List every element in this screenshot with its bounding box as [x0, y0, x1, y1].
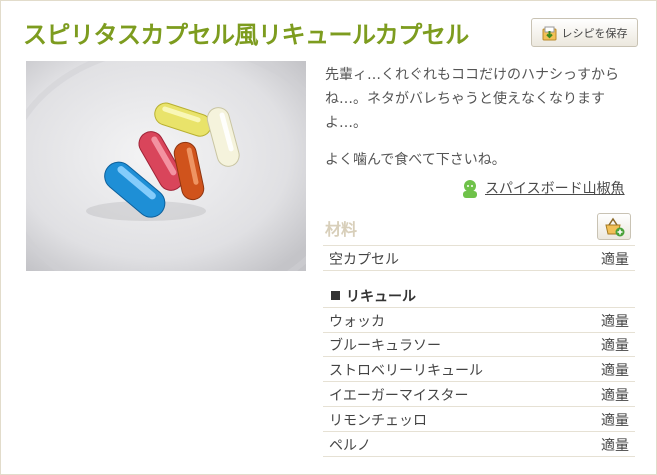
ingredient-qty: 適量	[601, 388, 629, 404]
ingredient-qty: 適量	[601, 252, 629, 268]
ingredient-qty: 適量	[601, 314, 629, 330]
ingredient-row: ペルノ 適量	[323, 432, 635, 457]
recipe-description-note: よく噛んで食べて下さいね。	[325, 152, 506, 168]
ingredient-qty: 適量	[601, 363, 629, 379]
ingredient-section-label: リキュール	[346, 289, 416, 305]
recipe-save-icon	[542, 26, 556, 40]
ingredient-row: イエーガーマイスター 適量	[323, 382, 635, 407]
ingredient-name: ペルノ	[329, 438, 371, 454]
ingredient-name: ストロベリーリキュール	[329, 363, 483, 379]
ingredient-qty: 適量	[601, 413, 629, 429]
recipe-description: 先輩ィ…くれぐれもココだけのハナシっすからね…。ネタがバレちゃうと使えなくなりま…	[325, 67, 619, 131]
author-link[interactable]: スパイスボード山椒魚	[459, 177, 625, 199]
ingredients-heading: 材料	[325, 220, 358, 239]
ingredient-qty: 適量	[601, 438, 629, 454]
ingredient-name: 空カプセル	[329, 252, 399, 268]
recipe-page: スピリタスカプセル風リキュールカプセル レシピを保存 先輩ィ…くれぐれもココだけ…	[0, 0, 657, 475]
user-avatar-icon	[459, 177, 481, 199]
add-to-shopping-list-button[interactable]	[597, 213, 631, 240]
ingredient-name: ウォッカ	[329, 314, 385, 330]
ingredient-qty: 適量	[601, 338, 629, 354]
recipe-photo	[26, 61, 306, 271]
save-recipe-label: レシピを保存	[561, 26, 628, 40]
ingredient-row: ブルーキュラソー 適量	[323, 332, 635, 357]
save-recipe-button[interactable]: レシピを保存	[531, 18, 638, 47]
ingredient-row: 空カプセル 適量	[323, 245, 635, 271]
ingredient-name: ブルーキュラソー	[329, 338, 441, 354]
ingredients-header: 材料	[323, 213, 635, 243]
ingredient-name: イエーガーマイスター	[329, 388, 469, 404]
ingredient-section-heading: リキュール	[331, 286, 416, 306]
ingredient-row: リモンチェッロ 適量	[323, 407, 635, 432]
ingredient-row: ストロベリーリキュール 適量	[323, 357, 635, 382]
shopping-basket-add-icon	[605, 217, 625, 236]
ingredient-name: リモンチェッロ	[329, 413, 427, 429]
author-name[interactable]: スパイスボード山椒魚	[485, 178, 625, 198]
ingredient-row: ウォッカ 適量	[323, 307, 635, 333]
section-bullet-icon	[331, 291, 340, 300]
recipe-title: スピリタスカプセル風リキュールカプセル	[23, 21, 469, 49]
